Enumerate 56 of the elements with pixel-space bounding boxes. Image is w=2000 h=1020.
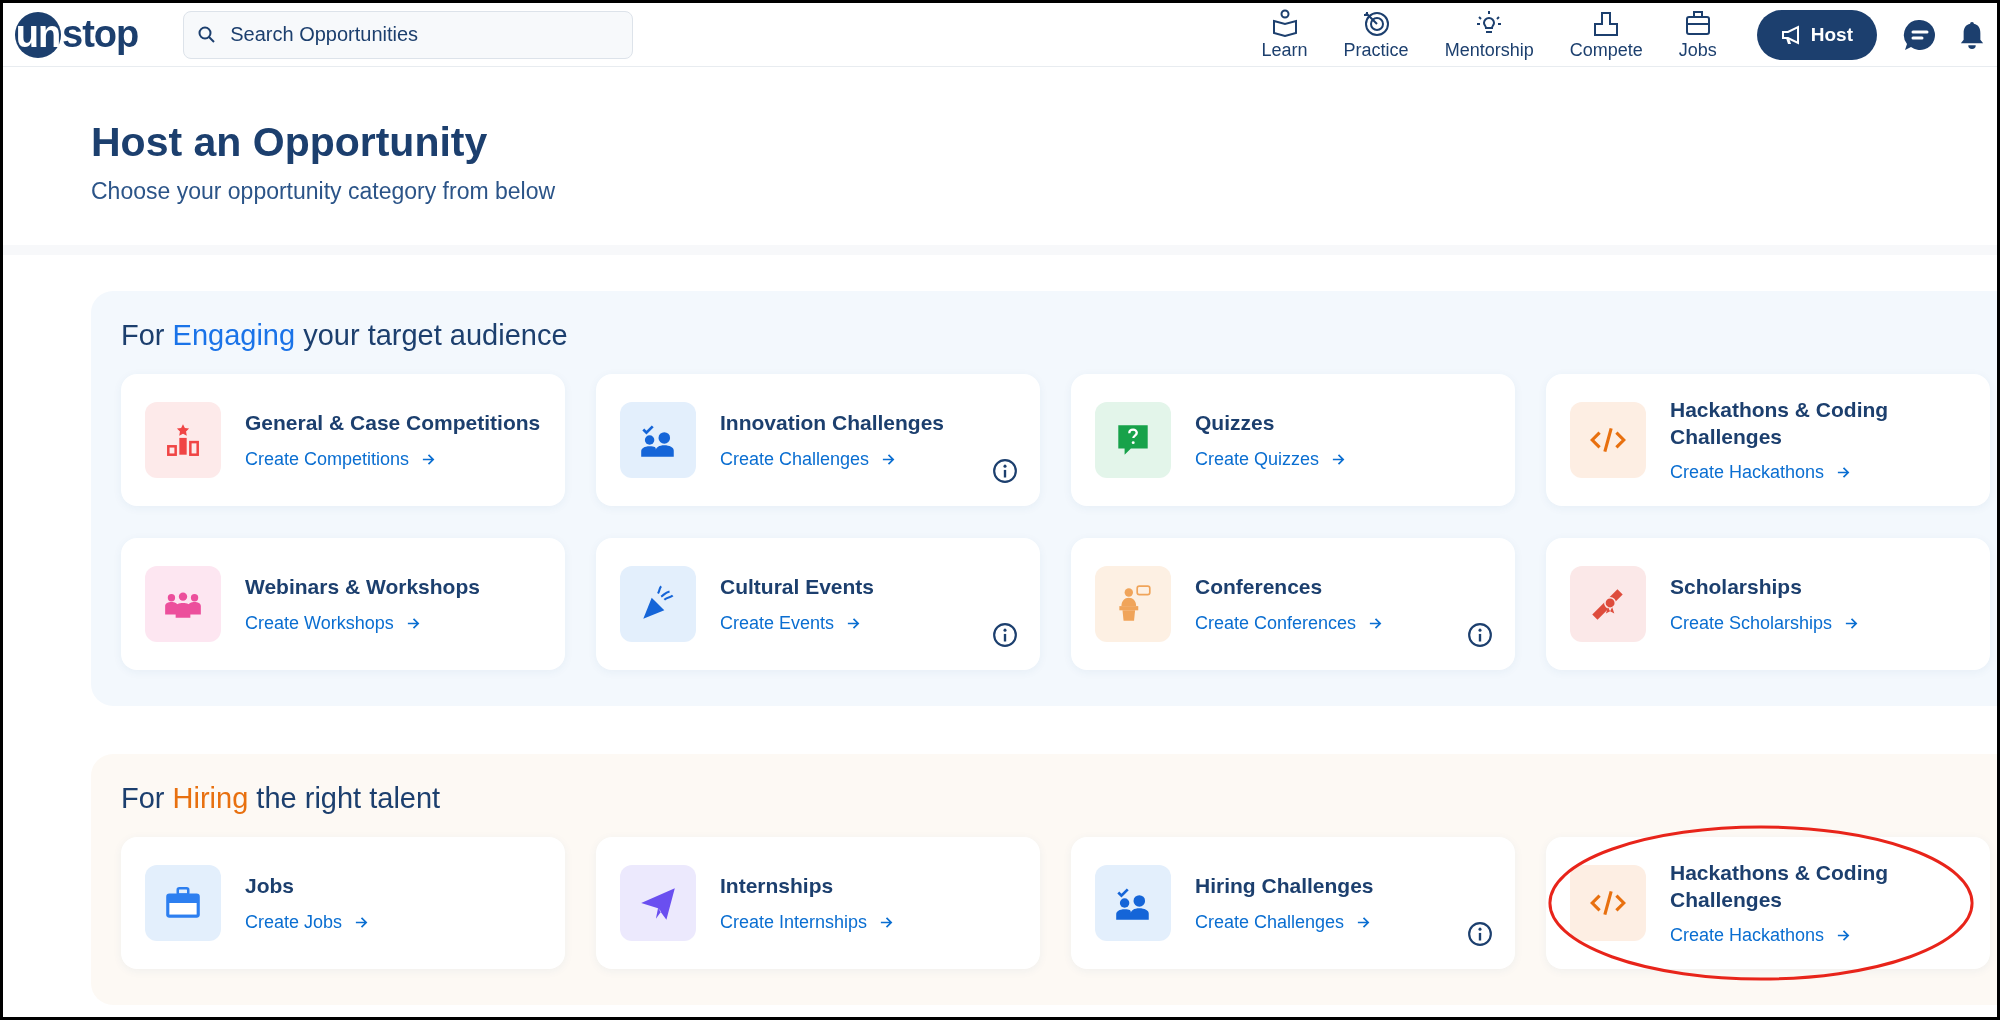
nav-link[interactable]: Mentorship <box>1444 8 1534 61</box>
category-card[interactable]: Jobs Create Jobs <box>121 837 565 969</box>
section-heading: For Hiring the right talent <box>121 782 442 815</box>
create-link[interactable]: Create Workshops <box>245 612 480 634</box>
create-link[interactable]: Create Conferences <box>1195 612 1384 634</box>
info-icon[interactable] <box>992 458 1018 484</box>
create-link[interactable]: Create Challenges <box>720 448 945 470</box>
host-button[interactable]: Host <box>1756 9 1877 60</box>
category-card[interactable]: Internships Create Internships <box>596 837 1040 969</box>
nav-link[interactable]: Compete <box>1569 8 1643 61</box>
card-title: Hackathons & Coding Challenges <box>1670 397 1890 450</box>
category-card[interactable]: Cultural Events Create Events <box>596 538 1040 670</box>
create-link[interactable]: Create Hackathons <box>1670 461 1966 483</box>
page-subtitle: Choose your opportunity category from below <box>91 178 557 205</box>
reader-icon <box>1270 8 1299 37</box>
create-link[interactable]: Create Competitions <box>245 448 541 470</box>
category-card[interactable]: Innovation Challenges Create Challenges <box>596 374 1040 506</box>
card-title: Quizzes <box>1195 410 1276 437</box>
nav-link[interactable]: Learn <box>1261 8 1308 61</box>
page-title: Host an Opportunity <box>91 119 489 166</box>
create-link[interactable]: Create Quizzes <box>1195 448 1347 470</box>
card-title: Innovation Challenges <box>720 410 945 437</box>
category-card[interactable]: Hackathons & Coding Challenges Create Hackathons <box>1546 374 1990 506</box>
card-title: Webinars & Workshops <box>245 574 480 601</box>
create-link[interactable]: Create Internships <box>720 911 895 933</box>
info-icon[interactable] <box>1467 921 1493 947</box>
unstop-logo[interactable]: unstop <box>15 11 139 58</box>
search-field[interactable]: Search Opportunities <box>183 10 634 59</box>
category-card[interactable]: Quizzes Create Quizzes <box>1071 374 1515 506</box>
category-card[interactable]: Hiring Challenges Create Challenges <box>1071 837 1515 969</box>
card-title: Scholarships <box>1670 574 1803 601</box>
category-card[interactable]: Conferences Create Conferences <box>1071 538 1515 670</box>
card-title: Hackathons & Coding Challenges <box>1670 860 1890 913</box>
create-link[interactable]: Create Hackathons <box>1670 924 1966 946</box>
card-title: General & Case Competitions <box>245 410 541 437</box>
notification-bell-icon[interactable] <box>1959 19 1985 50</box>
info-icon[interactable] <box>1467 622 1493 648</box>
briefcase-icon <box>1683 8 1712 37</box>
card-title: Conferences <box>1195 574 1324 601</box>
section-heading: For Engaging your target audience <box>121 319 569 352</box>
card-title: Cultural Events <box>720 574 875 601</box>
card-title: Jobs <box>245 873 295 900</box>
create-link[interactable]: Create Challenges <box>1195 911 1374 933</box>
category-card[interactable]: Webinars & Workshops Create Workshops <box>121 538 565 670</box>
nav-link[interactable]: Practice <box>1343 8 1409 61</box>
card-title: Hiring Challenges <box>1195 873 1374 900</box>
chat-icon[interactable] <box>1903 17 1937 52</box>
category-card[interactable]: General & Case Competitions Create Competitions <box>121 374 565 506</box>
card-title: Internships <box>720 873 835 900</box>
nav-link[interactable]: Jobs <box>1678 8 1717 61</box>
create-link[interactable]: Create Jobs <box>245 911 370 933</box>
info-icon[interactable] <box>992 622 1018 648</box>
category-card[interactable]: Hackathons & Coding Challenges Create Hackathons <box>1546 837 1990 969</box>
create-link[interactable]: Create Events <box>720 612 875 634</box>
create-link[interactable]: Create Scholarships <box>1670 612 1860 634</box>
category-card[interactable]: Scholarships Create Scholarships <box>1546 538 1990 670</box>
